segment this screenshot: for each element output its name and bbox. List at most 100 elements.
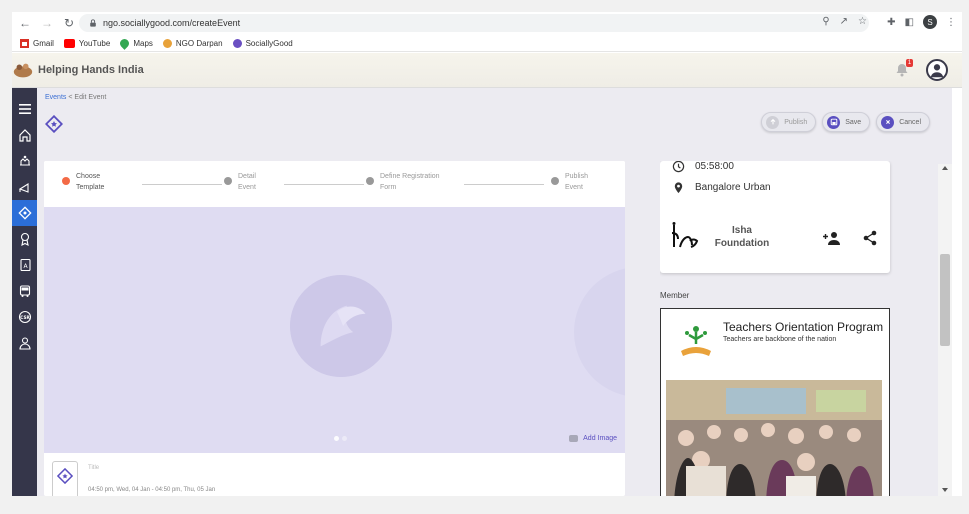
sidebar-item-campaigns[interactable] (12, 174, 37, 200)
breadcrumb-separator: < (68, 94, 73, 101)
sidebar-item-awards[interactable] (12, 226, 37, 252)
classroom-photo (666, 380, 882, 496)
step-define-registration-form[interactable]: Define Registration Form (366, 171, 440, 193)
sidebar-item-home[interactable] (12, 122, 37, 148)
step-indicator (62, 177, 70, 185)
svg-text:CSR: CSR (20, 315, 30, 320)
notification-badge: 1 (906, 59, 913, 67)
breadcrumb-events-link[interactable]: Events (45, 94, 66, 101)
poster-title: Teachers Orientation Program (723, 320, 884, 334)
close-icon (881, 115, 895, 129)
sidebar-item-transport[interactable] (12, 278, 37, 304)
carousel-dots[interactable] (334, 436, 347, 441)
carousel-dot[interactable] (334, 436, 339, 441)
profile-avatar[interactable]: S (923, 15, 937, 29)
add-image-button[interactable]: Add Image (569, 435, 617, 442)
forward-icon[interactable]: → (38, 14, 56, 32)
breadcrumb: Events < Edit Event (45, 94, 106, 101)
bookmark-sociallygood[interactable]: SociallyGood (232, 39, 293, 48)
notification-bell-icon[interactable]: 1 (894, 59, 913, 78)
bookmark-ngo-darpan[interactable]: NGO Darpan (162, 39, 223, 48)
preview-scrollbar[interactable] (938, 164, 952, 496)
image-icon (569, 435, 579, 442)
step-detail-event[interactable]: Detail Event (224, 171, 256, 193)
address-bar-actions: ⚲ ↗ ☆ (822, 16, 867, 27)
sidebar-item-volunteers[interactable] (12, 330, 37, 356)
charity-hands-icon (19, 155, 30, 166)
maps-icon (118, 37, 132, 50)
scroll-thumb[interactable] (940, 254, 950, 346)
bookmarks-bar: Gmail YouTube Maps NGO Darpan SociallyGo… (12, 36, 962, 52)
stepper: Choose Template Detail Event Define Regist… (44, 161, 625, 207)
event-editor-panel: Choose Template Detail Event Define Regist… (44, 161, 625, 496)
teachers-program-logo-icon (681, 326, 711, 356)
event-time-range: 04:50 pm, Wed, 04 Jan - 04:50 pm, Thu, 0… (88, 487, 216, 493)
scroll-up-arrow-icon[interactable] (942, 166, 948, 170)
placeholder-logo-icon (290, 275, 392, 377)
bookmark-star-icon[interactable]: ☆ (858, 16, 867, 27)
carousel-dot[interactable] (342, 436, 347, 441)
sidebar-item-events[interactable] (12, 200, 37, 226)
event-image-carousel[interactable]: Add Image (44, 207, 625, 453)
bookmark-youtube[interactable]: YouTube (63, 39, 110, 48)
csr-icon: CSR (18, 310, 31, 324)
header-actions: 1 (894, 59, 948, 81)
helping-hands-logo-icon[interactable] (12, 59, 34, 81)
sidebar: A CSR (12, 88, 37, 496)
event-toolbar: Publish Save Cancel (761, 112, 930, 132)
upload-icon (766, 115, 780, 129)
side-panel-icon[interactable]: ◧ (905, 17, 914, 28)
events-diamond-icon (17, 206, 32, 220)
member-section-label: Member (660, 291, 690, 300)
extensions-icon[interactable]: ✚ (887, 17, 895, 28)
share-page-icon[interactable]: ↗ (840, 16, 848, 27)
location-pin-icon (674, 182, 683, 194)
events-page-icon (45, 115, 63, 133)
youtube-icon (63, 39, 75, 48)
member-poster[interactable]: Teachers Orientation Program Teachers ar… (660, 308, 890, 496)
sidebar-item-ngo[interactable] (12, 148, 37, 174)
step-publish-event[interactable]: Publish Event (551, 171, 588, 193)
organization-name: Isha Foundation (714, 225, 770, 249)
home-icon (18, 129, 31, 142)
poster-subtitle: Teachers are backbone of the nation (723, 336, 837, 343)
sidebar-item-csr[interactable]: CSR (12, 304, 37, 330)
share-icon[interactable] (863, 230, 877, 246)
event-info-card: 05:58:00 Bangalore Urban Isha Foundation (660, 161, 890, 273)
event-thumbnail[interactable] (52, 461, 78, 496)
gmail-icon (20, 39, 29, 48)
step-connector (284, 184, 364, 185)
cancel-button[interactable]: Cancel (876, 112, 930, 132)
sidebar-menu-toggle[interactable] (12, 96, 37, 122)
hamburger-icon (18, 104, 31, 114)
back-icon[interactable]: ← (16, 14, 34, 32)
clock-icon (672, 161, 685, 173)
scroll-down-arrow-icon[interactable] (942, 488, 948, 492)
browser-window: ← → ↻ ngo.sociallygood.com/createEvent ⚲… (12, 12, 962, 496)
volunteers-icon (18, 337, 31, 350)
background-logo-icon (574, 267, 625, 397)
add-person-icon[interactable] (823, 231, 841, 245)
event-logo-icon (57, 468, 73, 484)
step-indicator (551, 177, 559, 185)
user-avatar[interactable] (926, 59, 948, 81)
contact-book-icon: A (19, 258, 31, 272)
ngo-darpan-icon (162, 39, 172, 48)
event-location-row: Bangalore Urban (672, 181, 771, 194)
save-button[interactable]: Save (822, 112, 871, 132)
lock-icon (90, 19, 96, 27)
reload-icon[interactable]: ↻ (60, 14, 78, 32)
award-icon (20, 232, 29, 246)
step-choose-template[interactable]: Choose Template (62, 171, 104, 193)
browser-menu-icon[interactable]: ⋮ (946, 17, 956, 28)
megaphone-icon (18, 183, 29, 193)
zoom-icon[interactable]: ⚲ (822, 16, 829, 27)
url-text: ngo.sociallygood.com/createEvent (103, 18, 241, 28)
publish-button[interactable]: Publish (761, 112, 817, 132)
address-bar[interactable]: ngo.sociallygood.com/createEvent (79, 14, 869, 32)
bookmark-maps[interactable]: Maps (118, 37, 153, 50)
sidebar-item-contacts[interactable]: A (12, 252, 37, 278)
event-title: Title (88, 465, 100, 471)
bookmark-gmail[interactable]: Gmail (20, 39, 54, 48)
event-time-row: 05:58:00 (672, 161, 734, 173)
